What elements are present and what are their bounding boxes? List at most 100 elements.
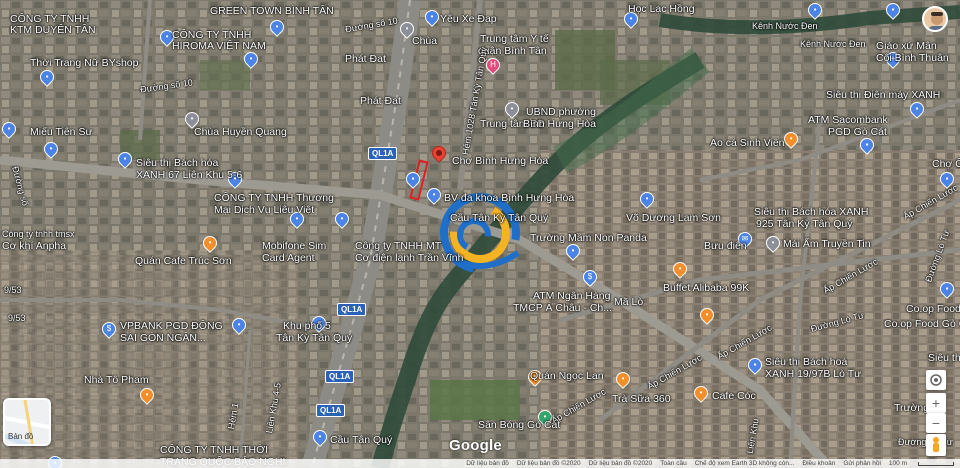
map-label: Siêu thị Điện máy XANH	[826, 89, 941, 101]
map-label: Cơ điện lạnh Trần Vĩnh	[355, 252, 464, 264]
map-label: Chợ Bình Hưng Hòa	[452, 155, 549, 167]
restaurant-pin-icon[interactable]: •	[670, 259, 690, 280]
map-label: CÔNG TY TNHH Thương	[214, 192, 334, 204]
zoom-in-button[interactable]: +	[926, 393, 946, 413]
shopping-pin-icon[interactable]: ▪	[937, 279, 957, 300]
footer-item[interactable]: Điều khoản	[802, 460, 835, 467]
map-label: Công ty TNHH MT	[355, 240, 442, 252]
map-label: Học Lạc Hồng	[628, 3, 695, 15]
place-pin-icon[interactable]: •	[229, 315, 249, 336]
place-pin-icon[interactable]: •	[422, 7, 442, 28]
road-shield-ql1a: QL1A	[316, 404, 346, 417]
shopping-pin-icon[interactable]: ▪	[857, 135, 877, 156]
restaurant-pin-icon[interactable]: •	[781, 129, 801, 150]
place-pin-icon[interactable]: •	[41, 139, 61, 160]
shopping-pin-icon[interactable]: ▪	[883, 0, 903, 21]
restaurant-pin-icon[interactable]: •	[137, 385, 157, 406]
place-pin-icon[interactable]: •	[637, 189, 657, 210]
map-label: XANH 19/97B Lò Tư	[765, 368, 862, 380]
shopping-pin-icon[interactable]: ▪	[37, 67, 57, 88]
place-pin-icon[interactable]: •	[763, 233, 783, 254]
pegman-icon	[933, 437, 939, 452]
map-label: Mại Dịch Vụ Liêu Việt	[214, 204, 315, 216]
map-label: HIROMA VIỆT NAM	[172, 40, 266, 52]
bank-pin-icon[interactable]: $	[580, 267, 600, 288]
map-label: Kênh Nước Đen	[800, 39, 866, 49]
place-pin-icon[interactable]: •	[241, 49, 261, 70]
map-label: Co.op Food Gò Cát	[884, 318, 960, 330]
restaurant-pin-icon[interactable]: •	[200, 233, 220, 254]
map-label: Quán Cafe Trúc Sơn	[135, 255, 232, 267]
bank-pin-icon[interactable]: $	[99, 319, 119, 340]
map-label: Nhà Tô Phạm	[84, 374, 149, 386]
map-label: Mã Lò	[614, 296, 644, 308]
map-label: Phát Đạt	[360, 95, 401, 107]
google-logo: Google	[449, 437, 502, 454]
map-label: 925 Tân Kỳ Tân Quý	[756, 218, 853, 230]
map-label: Yêu Xe Đạp	[440, 13, 497, 25]
place-pin-icon[interactable]: •	[267, 17, 287, 38]
road-label: 9/53	[8, 313, 26, 323]
map-label: Cafe Cóc	[712, 390, 756, 402]
hospital-pin-icon[interactable]: H	[483, 55, 503, 76]
map-label: Trường	[894, 402, 930, 414]
map-label: Bưu điện	[704, 240, 747, 252]
map-label: Công ty tnhh tmsx	[2, 229, 75, 239]
shopping-pin-icon[interactable]: ▪	[805, 0, 825, 21]
map-label: Cơ khí Anpha	[2, 240, 67, 252]
road-shield-ql1a: QL1A	[325, 370, 355, 383]
map-label: UBND phường	[526, 106, 596, 118]
map-label: XANH 67 Liên Khu 5-6	[136, 169, 243, 181]
footer-item[interactable]: Toàn cầu	[660, 460, 686, 467]
footer-item[interactable]: Gửi phản hồi	[843, 460, 881, 467]
map-label: Siêu thị Bách hóa XANH	[754, 206, 869, 218]
shopping-pin-icon[interactable]: ▪	[745, 355, 765, 376]
map-label: Phát Đạt	[345, 53, 386, 65]
map-label: Chùa Huyền Quang	[194, 126, 287, 138]
restaurant-pin-icon[interactable]: •	[613, 369, 633, 390]
map-label: Siêu thị	[928, 352, 960, 364]
map-label: PGD Gò Cát	[828, 126, 887, 138]
location-pin-icon[interactable]	[429, 143, 449, 170]
map-label: Chợ Ồ	[932, 158, 960, 170]
satellite-map[interactable]: QL1A QL1A QL1A QL1A ▪ ▪ • • H • ▪ ▪ • • …	[0, 0, 960, 468]
road-shield-ql1a: QL1A	[368, 147, 398, 160]
map-type-label: Bản đồ	[8, 432, 34, 441]
map-label: Siêu thị Bách hoá	[765, 356, 848, 368]
road-label: 9/53	[4, 285, 22, 295]
my-location-button[interactable]	[926, 370, 946, 390]
map-label: Cầu Tân Quý	[330, 434, 393, 446]
target-icon	[930, 374, 942, 386]
map-label: ATM Ngân Hàng	[533, 290, 611, 302]
footer-item[interactable]: Dữ liệu bản đồ	[466, 460, 509, 467]
map-label: Buffet Alibaba 99K	[663, 282, 750, 294]
map-label: Kênh Nước Đen	[752, 21, 818, 31]
scale-label[interactable]: 100 m	[889, 460, 907, 467]
shopping-pin-icon[interactable]: ▪	[907, 99, 927, 120]
map-label: Bình Hưng Hòa	[523, 118, 596, 130]
shopping-pin-icon[interactable]: ▪	[403, 169, 423, 190]
zoom-out-button[interactable]: −	[926, 413, 946, 433]
shopping-pin-icon[interactable]: ▪	[115, 149, 135, 170]
restaurant-pin-icon[interactable]: •	[691, 383, 711, 404]
user-avatar[interactable]	[922, 6, 948, 32]
map-label: Card Agent	[262, 252, 315, 264]
map-label: Tân Kỳ Tân Quý	[276, 332, 353, 344]
street-view-pegman[interactable]	[926, 434, 946, 456]
place-pin-icon[interactable]: •	[424, 185, 444, 206]
map-footer: Dữ liệu bản đồ Dữ liệu bản đồ ©2020 Dữ l…	[0, 459, 960, 468]
footer-item[interactable]: Chế độ xem Earth 3D không còn...	[695, 460, 795, 467]
restaurant-pin-icon[interactable]: •	[697, 305, 717, 326]
map-label: Quán Ngọc Lan	[530, 370, 604, 382]
map-label: Miếu Tiên Sư	[30, 126, 93, 138]
map-label: Côi Bình Thuận	[876, 52, 949, 64]
map-type-toggle[interactable]: Bản đồ	[3, 398, 51, 446]
shopping-pin-icon[interactable]: ▪	[0, 119, 19, 140]
place-pin-icon[interactable]: •	[332, 209, 352, 230]
map-label: Trung tâm Y tế	[480, 33, 549, 45]
school-pin-icon[interactable]: •	[563, 241, 583, 262]
map-label: KTM DUYÊN TÂN	[10, 24, 96, 36]
map-label: ATM Sacombank	[808, 114, 888, 126]
map-label: Thời Trang Nữ BYshop	[30, 57, 139, 69]
place-pin-icon[interactable]: •	[310, 427, 330, 448]
